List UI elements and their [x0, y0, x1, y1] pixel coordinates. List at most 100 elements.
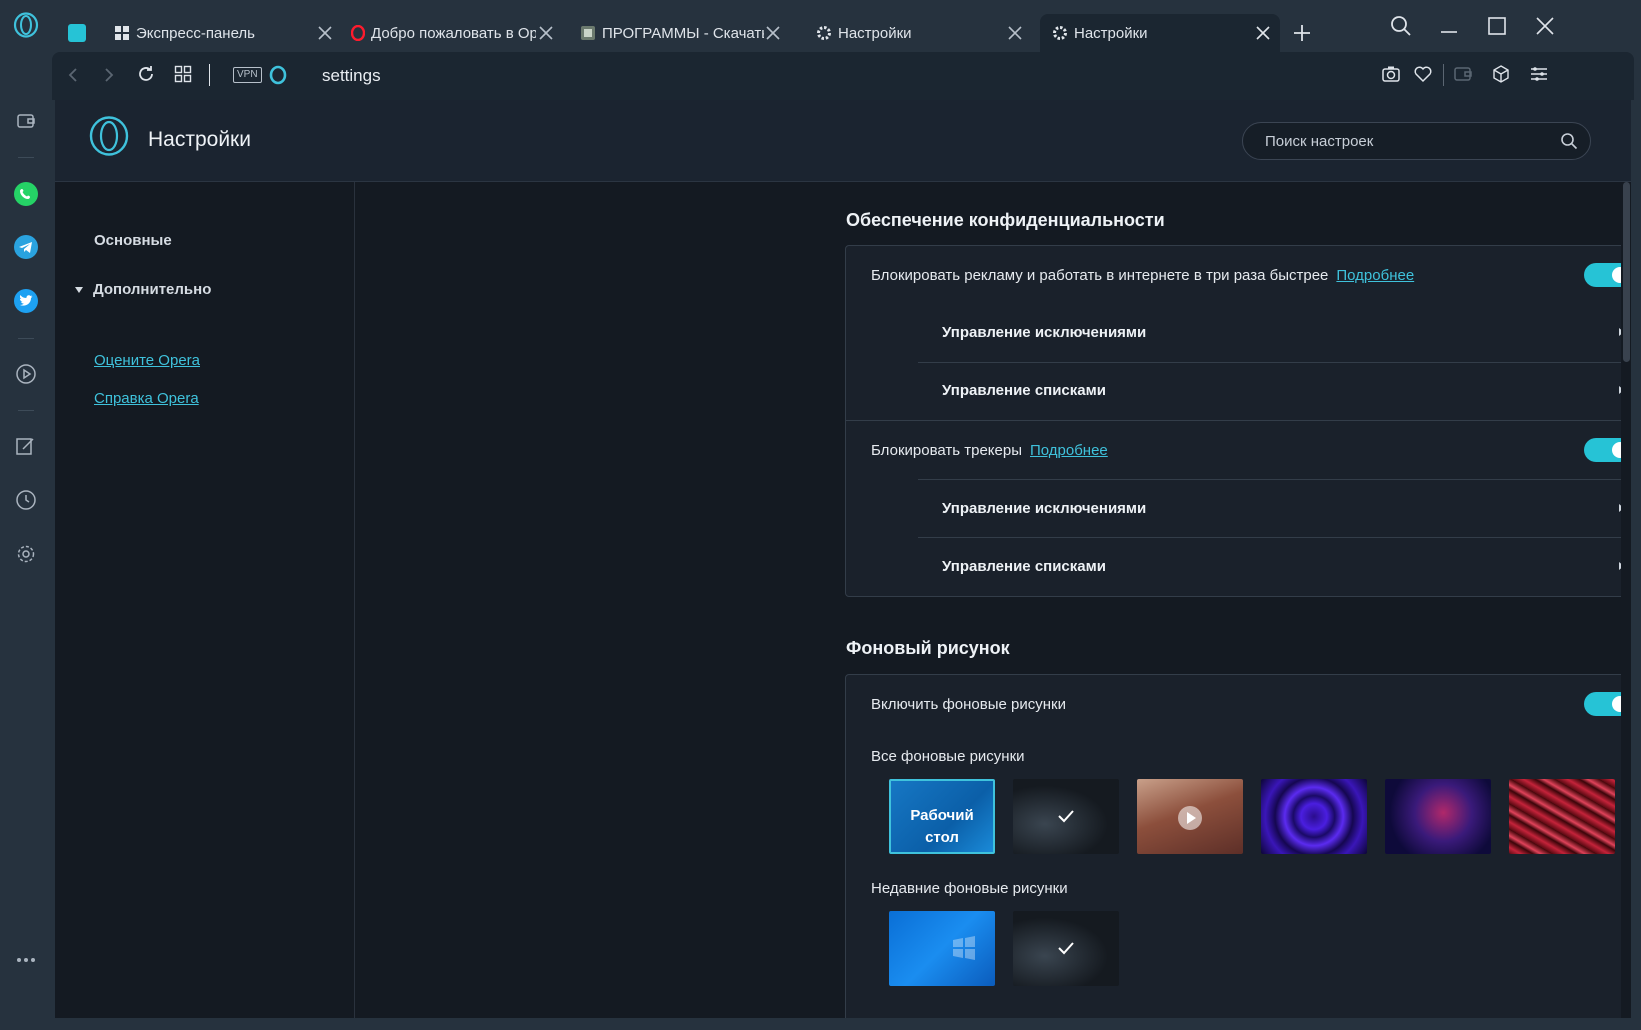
- wallet-icon[interactable]: [1453, 65, 1473, 83]
- tab-programs[interactable]: ПРОГРАММЫ - Скачать (: [568, 14, 790, 52]
- recent-wallpapers-label: Недавние фоновые рисунки: [871, 880, 1068, 897]
- wallpaper-illustration-thumb[interactable]: [1137, 779, 1243, 854]
- close-window-icon[interactable]: [1533, 14, 1557, 38]
- recent-windows-thumb[interactable]: [889, 911, 995, 986]
- ad-block-row: Блокировать рекламу и работать в интерне…: [846, 246, 1631, 304]
- ad-block-label: Блокировать рекламу и работать в интерне…: [871, 267, 1329, 284]
- tab-label: Экспресс-панель: [136, 24, 255, 42]
- settings-page: Настройки Поиск настроек Основные Дополн…: [55, 100, 1631, 1018]
- all-wallpapers-row: Все фоновые рисунки: [846, 748, 1631, 770]
- search-placeholder: Поиск настроек: [1265, 133, 1374, 150]
- wallpaper-neon-thumb[interactable]: [1385, 779, 1491, 854]
- manage-lists-row[interactable]: Управление списками: [918, 362, 1631, 420]
- reload-icon[interactable]: [136, 64, 156, 84]
- opera-logo-icon: [351, 25, 365, 41]
- manage-exceptions-row[interactable]: Управление исключениями: [918, 480, 1631, 538]
- tab-welcome[interactable]: Добро пожаловать в Opera: [339, 14, 563, 52]
- privacy-card: Блокировать рекламу и работать в интерне…: [845, 245, 1631, 597]
- tab-search-icon[interactable]: [1389, 14, 1413, 38]
- forward-icon[interactable]: [100, 66, 118, 84]
- maximize-icon[interactable]: [1485, 14, 1509, 38]
- whatsapp-icon[interactable]: [12, 180, 40, 208]
- twitter-icon[interactable]: [12, 287, 40, 315]
- wallet-icon[interactable]: [12, 107, 40, 135]
- gear-icon: [817, 26, 831, 40]
- settings-gear-icon[interactable]: [12, 540, 40, 568]
- tab-label: Добро пожаловать в Opera: [371, 24, 536, 42]
- tab-label: ПРОГРАММЫ - Скачать (: [602, 24, 764, 42]
- close-tab-icon[interactable]: [1254, 24, 1272, 42]
- enable-wallpaper-row: Включить фоновые рисунки: [846, 675, 1631, 733]
- wallpaper-section-title: Фоновый рисунок: [846, 638, 1010, 658]
- wallpaper-desktop-thumb[interactable]: Рабочий стол: [889, 779, 995, 854]
- close-tab-icon[interactable]: [1006, 24, 1024, 42]
- opera-logo-icon: [89, 116, 129, 156]
- browser-window: Экспресс-панель Добро пожаловать в Opera…: [0, 0, 1641, 1030]
- check-icon: [1058, 810, 1074, 823]
- opera-logo-icon: [269, 65, 287, 85]
- tab-label: Настройки: [838, 24, 912, 42]
- wallpaper-dark-thumb[interactable]: [1013, 779, 1119, 854]
- address-bar: VPN settings: [52, 52, 1634, 100]
- easy-setup-icon[interactable]: [1529, 64, 1549, 84]
- search-icon[interactable]: [1560, 132, 1578, 150]
- ad-block-more-link[interactable]: Подробнее: [1336, 267, 1414, 284]
- page-scrollbar[interactable]: [1621, 182, 1631, 1018]
- caret-down-icon[interactable]: [74, 286, 84, 294]
- cube-icon[interactable]: [1491, 64, 1511, 84]
- scrollbar-thumb[interactable]: [1623, 182, 1630, 362]
- tab-settings[interactable]: Настройки: [804, 14, 1032, 52]
- gear-icon: [1053, 26, 1067, 40]
- tab-speed-dial[interactable]: Экспресс-панель: [102, 14, 342, 52]
- url-text[interactable]: settings: [322, 66, 381, 86]
- trackers-more-link[interactable]: Подробнее: [1030, 442, 1108, 459]
- back-icon[interactable]: [64, 66, 82, 84]
- tab-label: Настройки: [1074, 24, 1148, 42]
- close-tab-icon[interactable]: [537, 24, 555, 42]
- nav-basic[interactable]: Основные: [94, 232, 172, 249]
- player-icon[interactable]: [12, 360, 40, 388]
- opera-help-link[interactable]: Справка Opera: [94, 390, 199, 407]
- camera-icon[interactable]: [1381, 65, 1401, 83]
- trackers-label: Блокировать трекеры: [871, 442, 1022, 459]
- close-tab-icon[interactable]: [764, 24, 782, 42]
- tab-strip: Экспресс-панель Добро пожаловать в Opera…: [52, 0, 1641, 52]
- all-wallpapers-label: Все фоновые рисунки: [871, 748, 1025, 765]
- manage-lists-label: Управление списками: [942, 382, 1106, 399]
- wallpaper-card: Включить фоновые рисунки Все фоновые рис…: [845, 674, 1631, 1018]
- site-favicon: [581, 26, 595, 40]
- toolbar-divider: [1443, 64, 1444, 86]
- minimize-icon[interactable]: [1437, 14, 1461, 38]
- heart-icon[interactable]: [1413, 65, 1433, 83]
- wallpaper-waves-thumb[interactable]: [1509, 779, 1615, 854]
- windows-logo-icon: [953, 936, 975, 960]
- opera-menu-icon[interactable]: [12, 11, 40, 39]
- telegram-icon[interactable]: [12, 233, 40, 261]
- tabs-grid-icon[interactable]: [174, 65, 192, 83]
- vpn-badge[interactable]: VPN: [233, 67, 262, 83]
- sidebar-divider: [18, 338, 34, 339]
- more-options-icon[interactable]: [12, 946, 40, 974]
- check-icon: [1058, 942, 1074, 955]
- manage-lists-row[interactable]: Управление списками: [918, 538, 1631, 596]
- manage-exceptions-row[interactable]: Управление исключениями: [918, 304, 1631, 362]
- recent-dark-thumb[interactable]: [1013, 911, 1119, 986]
- pinboard-icon[interactable]: [12, 432, 40, 460]
- opera-sidebar: [0, 0, 52, 1030]
- desktop-caption: Рабочий: [910, 807, 974, 824]
- tab-settings-active[interactable]: Настройки: [1040, 14, 1280, 52]
- history-icon[interactable]: [12, 486, 40, 514]
- close-tab-icon[interactable]: [316, 24, 334, 42]
- desktop-caption: стол: [925, 829, 959, 846]
- workspace-icon[interactable]: [68, 24, 86, 42]
- wallpaper-spiral-thumb[interactable]: [1261, 779, 1367, 854]
- settings-nav: Основные Дополнительно Оцените Opera Спр…: [55, 182, 355, 1018]
- settings-search-input[interactable]: Поиск настроек: [1242, 122, 1591, 160]
- sidebar-divider: [18, 410, 34, 411]
- speed-dial-icon: [115, 26, 129, 40]
- rate-opera-link[interactable]: Оцените Opera: [94, 352, 200, 369]
- nav-advanced[interactable]: Дополнительно: [93, 281, 211, 298]
- sidebar-divider: [18, 157, 34, 158]
- address-divider: [209, 64, 210, 86]
- new-tab-icon[interactable]: [1293, 24, 1311, 42]
